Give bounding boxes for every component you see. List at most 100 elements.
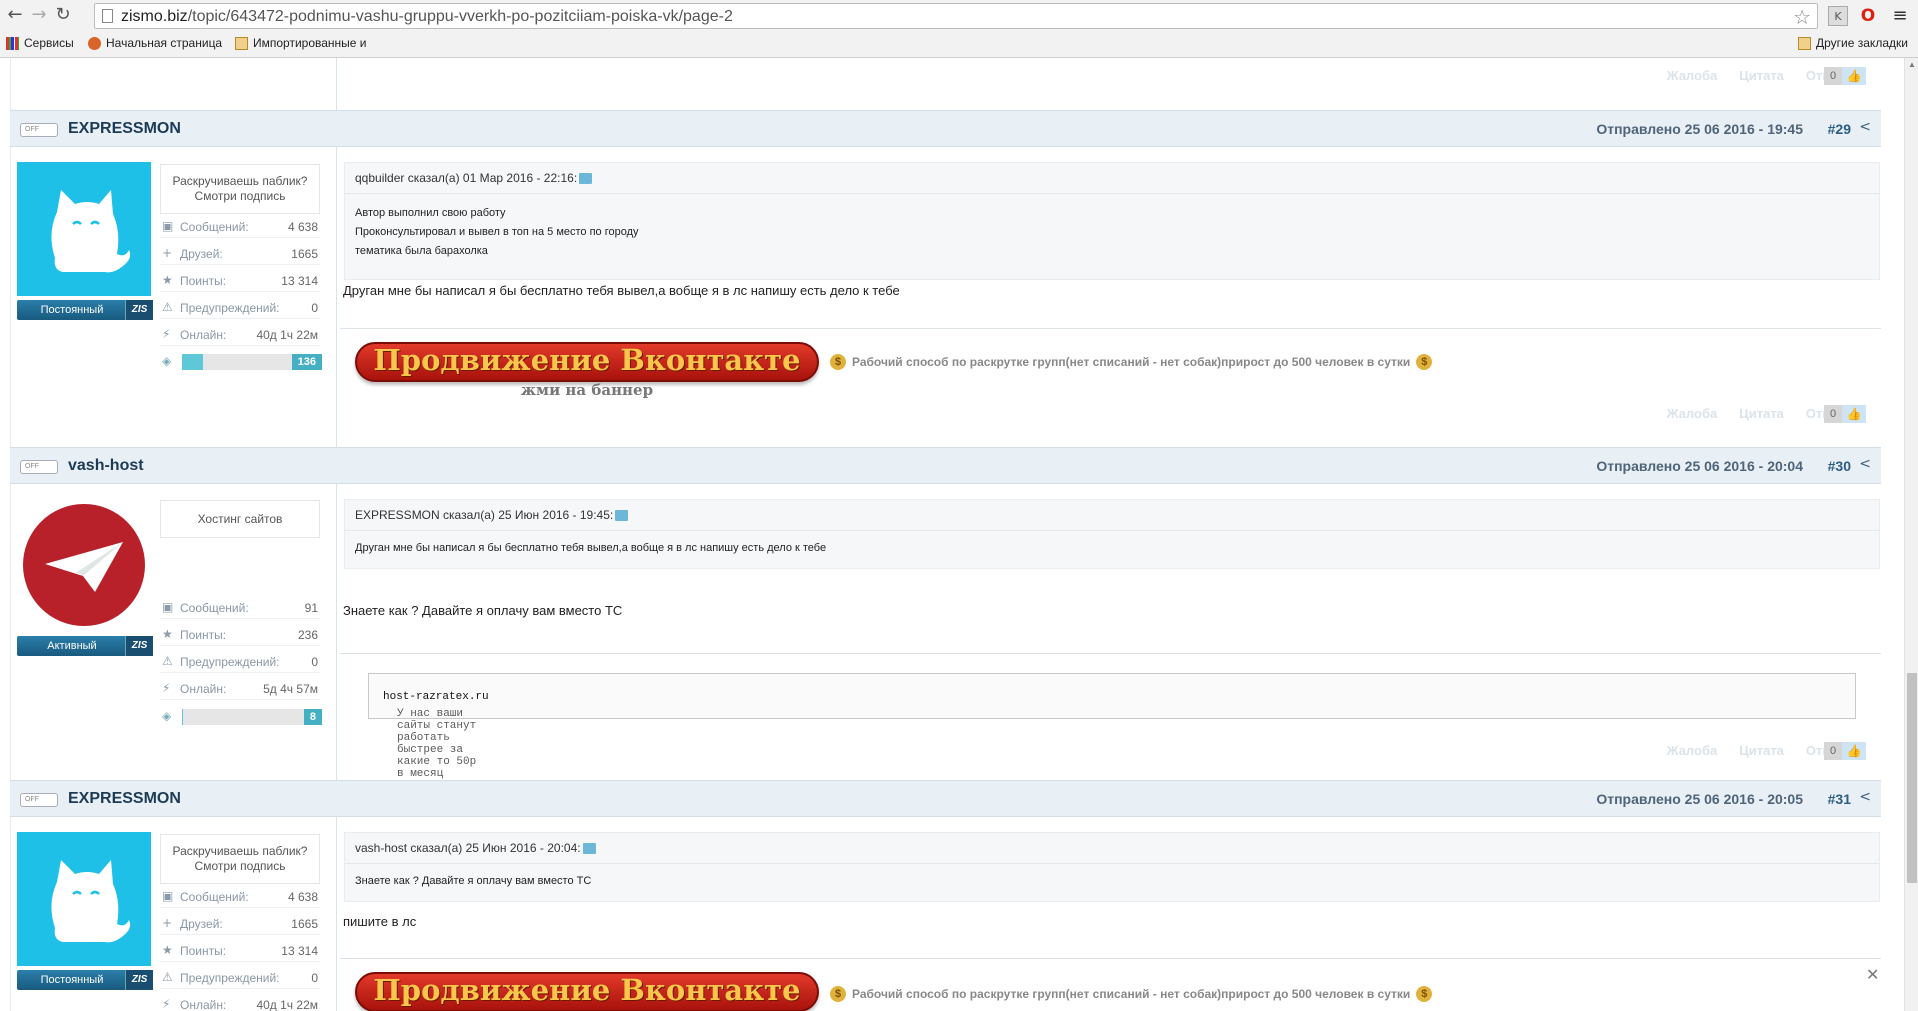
vk-promo-banner[interactable]: Продвижение Вконтакте жми на баннер <box>355 342 819 400</box>
dollar-coin-icon: $ <box>1416 354 1433 370</box>
offline-status-badge: OFF <box>20 793 58 807</box>
stat-row: ⚠ Предупреждений: 0 <box>160 297 320 319</box>
quote-link-icon[interactable] <box>582 843 596 855</box>
post-header: OFF EXPRESSMON Отправлено 25 06 2016 - 1… <box>10 110 1881 147</box>
star-icon: ★ <box>162 627 173 641</box>
stat-row: + Друзей: 1665 <box>160 243 320 265</box>
bookmark-imported[interactable]: Импортированные и <box>235 36 367 50</box>
like-widget[interactable]: 0 👍 <box>1824 67 1876 85</box>
post-number[interactable]: #31 <box>1828 791 1851 807</box>
host-domain-link[interactable]: host-razratex.ru <box>383 691 489 703</box>
post-number[interactable]: #30 <box>1828 458 1851 474</box>
warning-icon: ⚠ <box>162 654 173 668</box>
page-icon <box>102 9 113 23</box>
complaint-link[interactable]: Жалоба <box>1667 406 1717 421</box>
complaint-link[interactable]: Жалоба <box>1667 68 1717 83</box>
bookmark-star-icon[interactable]: ☆ <box>1793 5 1811 29</box>
author-name[interactable]: EXPRESSMON <box>68 120 181 138</box>
quote-header: qqbuilder сказал(а) 01 Мар 2016 - 22:16: <box>355 171 593 185</box>
share-icon[interactable]: < <box>1859 456 1871 472</box>
quote-link-icon[interactable] <box>615 510 629 522</box>
quote-link-icon[interactable] <box>579 173 593 185</box>
dollar-coin-icon: $ <box>1416 986 1433 1002</box>
quote-link[interactable]: Цитата <box>1739 743 1784 758</box>
vk-promo-banner[interactable]: Продвижение Вконтакте <box>355 972 819 1011</box>
promo-text[interactable]: $ Рабочий способ по раскрутке групп(нет с… <box>830 986 1433 1002</box>
folder-icon <box>1798 36 1811 50</box>
host-signature-box[interactable]: У нас ваши сайты станут работать быстрее… <box>368 673 1856 780</box>
signature-box[interactable]: Раскручиваешь паблик? Смотри подпись <box>160 164 320 214</box>
offline-status-badge: OFF <box>20 460 58 474</box>
post-header: OFF EXPRESSMON Отправлено 25 06 2016 - 2… <box>10 780 1881 817</box>
lightning-icon: ⚡ <box>162 681 171 695</box>
like-widget[interactable]: 0 👍 <box>1824 742 1876 760</box>
rank-badge: Постоянный ZIS <box>17 300 153 320</box>
post-text: Знаете как ? Давайте я оплачу вам вместо… <box>343 603 623 618</box>
firefox-icon <box>88 36 101 50</box>
signature-box[interactable]: Раскручиваешь паблик? Смотри подпись <box>160 834 320 884</box>
like-count: 0 <box>1824 742 1842 760</box>
stat-row: ⚠ Предупреждений: 0 <box>160 651 320 673</box>
scroll-up-icon[interactable]: ▲ <box>1908 60 1916 69</box>
paper-plane-avatar-icon <box>23 504 145 626</box>
bookmark-other[interactable]: Другие закладки <box>1798 36 1908 50</box>
stat-row: ▣ Сообщений: 4 638 <box>160 216 320 238</box>
quote-link[interactable]: Цитата <box>1739 68 1784 83</box>
thumbs-up-icon[interactable]: 👍 <box>1842 405 1866 423</box>
bookmark-label: Сервисы <box>24 36 74 50</box>
warning-icon: ⚠ <box>162 970 173 984</box>
quote-link[interactable]: Цитата <box>1739 406 1784 421</box>
dollar-coin-icon: $ <box>830 354 846 370</box>
bookmarks-bar: Сервисы Начальная страница Импортированн… <box>0 31 1918 57</box>
promo-text[interactable]: $ Рабочий способ по раскрутке групп(нет с… <box>830 354 1433 370</box>
author-name[interactable]: EXPRESSMON <box>68 790 181 808</box>
eye-icon: ◈ <box>162 709 172 723</box>
post-text: Друган мне бы написал я бы бесплатно теб… <box>343 283 900 298</box>
cat-avatar-icon <box>51 190 131 273</box>
thumbs-up-icon[interactable]: 👍 <box>1842 742 1866 760</box>
stat-row: ⚠ Предупреждений: 0 <box>160 967 320 989</box>
star-icon: ★ <box>162 943 173 957</box>
reputation-value: 136 <box>291 354 322 370</box>
menu-icon[interactable]: ≡ <box>1890 6 1910 26</box>
messages-icon: ▣ <box>162 889 174 903</box>
stat-row: + Друзей: 1665 <box>160 913 320 935</box>
signature-divider <box>340 958 1881 959</box>
forward-icon[interactable]: → <box>28 4 50 26</box>
warning-icon: ⚠ <box>162 300 173 314</box>
like-widget[interactable]: 0 👍 <box>1824 405 1876 423</box>
post-header: OFF vash-host Отправлено 25 06 2016 - 20… <box>10 447 1881 484</box>
author-name[interactable]: vash-host <box>68 457 144 475</box>
share-icon[interactable]: < <box>1859 789 1871 805</box>
scrollbar-thumb[interactable] <box>1907 673 1917 883</box>
avatar[interactable] <box>17 498 151 632</box>
like-count: 0 <box>1824 67 1842 85</box>
quote-block: EXPRESSMON сказал(а) 25 Июн 2016 - 19:45… <box>344 499 1880 569</box>
complaint-link[interactable]: Жалоба <box>1667 743 1717 758</box>
opera-extension-icon[interactable]: O <box>1858 6 1878 26</box>
close-icon[interactable]: ✕ <box>1866 965 1879 984</box>
address-bar[interactable]: zismo.biz/topic/643472-podnimu-vashu-gru… <box>94 3 1818 29</box>
post-text: пишите в лс <box>343 914 417 929</box>
bookmark-services[interactable]: Сервисы <box>6 36 74 50</box>
back-icon[interactable]: ← <box>4 4 26 26</box>
banner-title: Продвижение Вконтакте <box>373 343 801 377</box>
stat-row: ★ Поинты: 236 <box>160 624 320 646</box>
url-text: zismo.biz/topic/643472-podnimu-vashu-gru… <box>121 8 733 25</box>
bookmark-label: Другие закладки <box>1816 36 1908 50</box>
share-icon[interactable]: < <box>1859 119 1871 135</box>
thumbs-up-icon[interactable]: 👍 <box>1842 67 1866 85</box>
bookmark-home[interactable]: Начальная страница <box>88 36 222 50</box>
post-number[interactable]: #29 <box>1828 121 1851 137</box>
plus-icon: + <box>162 246 173 260</box>
post-date: Отправлено 25 06 2016 - 19:45 <box>1596 121 1803 137</box>
like-count: 0 <box>1824 405 1842 423</box>
browser-toolbar: ← → ↻ zismo.biz/topic/643472-podnimu-vas… <box>0 0 1918 58</box>
extension-k-icon[interactable]: K <box>1828 6 1848 26</box>
scrollbar[interactable]: ▲ <box>1904 58 1918 1011</box>
messages-icon: ▣ <box>162 219 174 233</box>
reload-icon[interactable]: ↻ <box>52 4 74 26</box>
avatar[interactable] <box>17 162 151 296</box>
signature-box[interactable]: Хостинг сайтов <box>160 500 320 538</box>
avatar[interactable] <box>17 832 151 966</box>
